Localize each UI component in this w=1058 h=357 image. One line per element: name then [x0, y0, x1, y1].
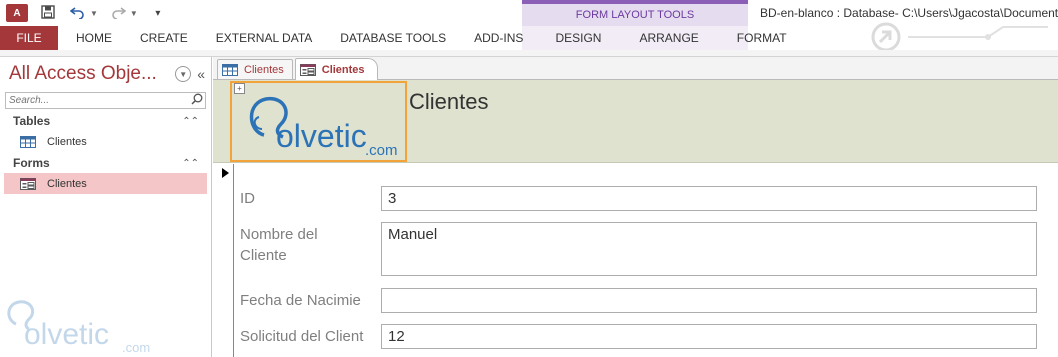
logo-text: olvetic [276, 118, 367, 154]
nav-item-label: Clientes [47, 177, 87, 190]
collapse-pane-icon[interactable]: « [197, 66, 205, 82]
redo-icon[interactable] [108, 5, 128, 22]
nav-group-tables[interactable]: Tables ⌃⌃ [0, 111, 211, 131]
watermark-text: olvetic [24, 318, 109, 351]
current-record-arrow-icon [222, 168, 229, 178]
access-app-icon[interactable]: A [6, 4, 28, 22]
customize-toolbar-icon[interactable]: ▾ [148, 8, 168, 19]
nav-header: All Access Obje... ▼ « [0, 57, 211, 91]
nav-group-label: Forms [13, 156, 50, 170]
document-area: Clientes Clientes olvetic .com + Cliente… [213, 57, 1058, 357]
form-icon [299, 63, 316, 76]
field-nombre-del-cliente[interactable]: Manuel [381, 222, 1037, 276]
tab-format[interactable]: FORMAT [723, 26, 801, 50]
nav-item-label: Clientes [47, 135, 87, 148]
form-icon [20, 177, 36, 190]
redo-dropdown-icon[interactable]: ▼ [130, 9, 138, 18]
undo-dropdown-icon[interactable]: ▼ [90, 9, 98, 18]
solvetic-logo: olvetic .com [249, 97, 398, 159]
nav-search-box [5, 92, 206, 109]
doc-tab-label: Clientes [244, 63, 284, 76]
form-logo-control[interactable]: olvetic .com [230, 81, 407, 162]
tab-file[interactable]: FILE [0, 26, 58, 50]
form-title[interactable]: Clientes [409, 89, 488, 115]
table-icon [222, 63, 238, 76]
doc-tab-clientes-form[interactable]: Clientes [294, 58, 378, 80]
tab-add-ins[interactable]: ADD-INS [460, 26, 537, 50]
field-id[interactable]: 3 [381, 186, 1037, 211]
tab-create[interactable]: CREATE [126, 26, 202, 50]
window-title: BD-en-blanco : Database- C:\Users\Jgacos… [760, 6, 1058, 20]
tab-database-tools[interactable]: DATABASE TOOLS [326, 26, 460, 50]
label-fecha-de-nacimiento: Fecha de Nacimie [240, 292, 361, 309]
move-handle-icon[interactable]: + [234, 83, 245, 94]
chevron-up-icon[interactable]: ⌃⌃ [182, 116, 199, 127]
document-tabs: Clientes Clientes [213, 57, 1058, 80]
form-layout-tools-header: FORM LAYOUT TOOLS [522, 0, 748, 26]
search-icon[interactable] [191, 93, 203, 108]
save-icon[interactable] [38, 4, 58, 22]
ribbon-decoration [871, 22, 1048, 52]
watermark-logo: olvetic .com [2, 294, 162, 357]
ribbon-collapsed-bar [0, 50, 1058, 57]
doc-tab-label: Clientes [321, 63, 365, 76]
table-icon [20, 135, 36, 148]
record-selector[interactable] [213, 164, 234, 357]
nav-group-label: Tables [13, 114, 51, 128]
nav-group-forms[interactable]: Forms ⌃⌃ [0, 153, 211, 173]
nav-menu-icon[interactable]: ▼ [175, 66, 192, 82]
nav-item-clientes-table[interactable]: Clientes [4, 131, 207, 152]
tab-arrange[interactable]: ARRANGE [625, 26, 712, 50]
field-fecha-de-nacimiento[interactable] [381, 288, 1037, 313]
chevron-up-icon[interactable]: ⌃⌃ [182, 158, 199, 169]
nav-item-clientes-form[interactable]: Clientes [4, 173, 207, 194]
logo-suffix: .com [365, 142, 398, 159]
doc-tab-clientes-table[interactable]: Clientes [217, 59, 293, 79]
label-nombre-del-cliente: Nombre del Cliente [240, 226, 318, 264]
field-solicitud-del-cliente[interactable]: 12 [381, 324, 1037, 349]
watermark-suffix: .com [122, 340, 150, 354]
nav-search-input[interactable] [9, 95, 184, 106]
label-id: ID [240, 190, 255, 207]
tab-external-data[interactable]: EXTERNAL DATA [202, 26, 326, 50]
tab-home[interactable]: HOME [62, 26, 126, 50]
form-header: olvetic .com + Clientes [213, 80, 1058, 163]
label-solicitud-del-cliente: Solicitud del Client [240, 328, 364, 345]
nav-title[interactable]: All Access Obje... [9, 63, 171, 85]
tab-design[interactable]: DESIGN [541, 26, 615, 50]
quick-access-toolbar: A ▼ ▼ ▾ [0, 0, 522, 26]
undo-icon[interactable] [68, 5, 88, 22]
